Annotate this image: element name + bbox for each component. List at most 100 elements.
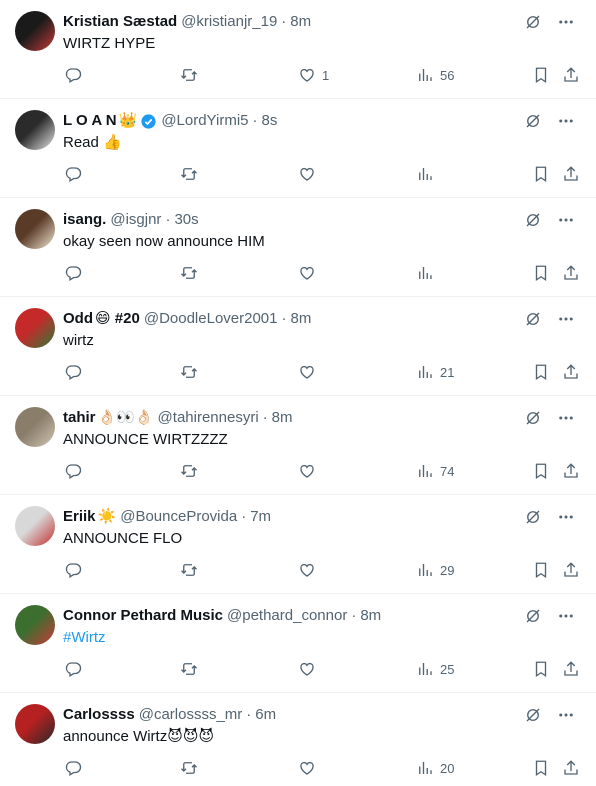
reply-button[interactable] — [64, 759, 82, 777]
author-name[interactable]: tahir — [63, 408, 96, 428]
author-handle[interactable]: @tahirennesyri — [158, 408, 259, 428]
like-button[interactable] — [298, 660, 322, 678]
bookmark-button[interactable] — [532, 165, 550, 183]
tweet-time[interactable]: 8m — [360, 606, 381, 626]
more-icon[interactable] — [556, 210, 576, 230]
author-handle[interactable]: @LordYirmi5 — [161, 111, 248, 131]
more-icon[interactable] — [556, 111, 576, 131]
avatar[interactable] — [15, 308, 55, 348]
tweet[interactable]: L O A N 👑 @LordYirmi5 · 8s Read 👍 — [0, 99, 596, 198]
reply-button[interactable] — [64, 66, 82, 84]
grok-icon[interactable] — [523, 111, 543, 131]
views-button[interactable] — [416, 165, 440, 183]
like-button[interactable] — [298, 363, 322, 381]
bookmark-button[interactable] — [532, 462, 550, 480]
retweet-button[interactable] — [180, 264, 198, 282]
like-button[interactable] — [298, 264, 322, 282]
retweet-button[interactable] — [180, 561, 198, 579]
more-icon[interactable] — [556, 309, 576, 329]
tweet-time[interactable]: 8m — [272, 408, 293, 428]
tweet-time[interactable]: 6m — [255, 705, 276, 725]
avatar[interactable] — [15, 704, 55, 744]
tweet-time[interactable]: 8s — [262, 111, 278, 131]
grok-icon[interactable] — [523, 408, 543, 428]
tweet[interactable]: Carlossss @carlossss_mr · 6m announce Wirtz😈… — [0, 693, 596, 786]
tweet-time[interactable]: 8m — [291, 309, 312, 329]
like-button[interactable] — [298, 165, 322, 183]
avatar[interactable] — [15, 506, 55, 546]
views-button[interactable] — [416, 264, 440, 282]
share-button[interactable] — [562, 363, 580, 381]
grok-icon[interactable] — [523, 705, 543, 725]
bookmark-button[interactable] — [532, 363, 550, 381]
avatar[interactable] — [15, 110, 55, 150]
bookmark-button[interactable] — [532, 759, 550, 777]
bookmark-button[interactable] — [532, 264, 550, 282]
avatar[interactable] — [15, 209, 55, 249]
share-button[interactable] — [562, 759, 580, 777]
tweet[interactable]: Eriik ☀️ @BounceProvida · 7m ANNOUNCE FLO 29 — [0, 495, 596, 594]
hashtag-link[interactable]: #Wirtz — [63, 629, 106, 646]
author-handle[interactable]: @pethard_connor — [227, 606, 347, 626]
more-icon[interactable] — [556, 408, 576, 428]
author-handle[interactable]: @isgjnr — [110, 210, 161, 230]
like-button[interactable]: 1 — [298, 66, 329, 84]
author-name[interactable]: Kristian Sæstad — [63, 12, 177, 32]
share-button[interactable] — [562, 165, 580, 183]
tweet-time[interactable]: 30s — [174, 210, 198, 230]
tweet[interactable]: Kristian Sæstad @kristianjr_19 · 8m WIRTZ HY… — [0, 0, 596, 99]
reply-button[interactable] — [64, 462, 82, 480]
avatar[interactable] — [15, 407, 55, 447]
views-button[interactable]: 56 — [416, 66, 454, 84]
like-button[interactable] — [298, 759, 322, 777]
retweet-button[interactable] — [180, 759, 198, 777]
retweet-button[interactable] — [180, 660, 198, 678]
views-button[interactable]: 25 — [416, 660, 454, 678]
author-handle[interactable]: @kristianjr_19 — [181, 12, 277, 32]
like-button[interactable] — [298, 561, 322, 579]
grok-icon[interactable] — [523, 606, 543, 626]
more-icon[interactable] — [556, 12, 576, 32]
reply-button[interactable] — [64, 561, 82, 579]
more-icon[interactable] — [556, 507, 576, 527]
reply-button[interactable] — [64, 165, 82, 183]
grok-icon[interactable] — [523, 210, 543, 230]
author-name[interactable]: isang. — [63, 210, 106, 230]
share-button[interactable] — [562, 462, 580, 480]
bookmark-button[interactable] — [532, 66, 550, 84]
tweet[interactable]: Connor Pethard Music @pethard_connor · 8m #W… — [0, 594, 596, 693]
views-button[interactable]: 21 — [416, 363, 454, 381]
author-name[interactable]: Eriik — [63, 507, 96, 527]
retweet-button[interactable] — [180, 363, 198, 381]
more-icon[interactable] — [556, 606, 576, 626]
reply-button[interactable] — [64, 660, 82, 678]
author-handle[interactable]: @DoodleLover2001 — [144, 309, 278, 329]
share-button[interactable] — [562, 561, 580, 579]
author-handle[interactable]: @BounceProvida — [120, 507, 237, 527]
views-button[interactable]: 29 — [416, 561, 454, 579]
views-button[interactable]: 74 — [416, 462, 454, 480]
tweet-time[interactable]: 7m — [250, 507, 271, 527]
tweet[interactable]: tahir 👌🏻👀👌🏻 @tahirennesyri · 8m ANNOUNCE WIRT… — [0, 396, 596, 495]
bookmark-button[interactable] — [532, 660, 550, 678]
tweet-time[interactable]: 8m — [290, 12, 311, 32]
like-button[interactable] — [298, 462, 322, 480]
avatar[interactable] — [15, 605, 55, 645]
tweet[interactable]: Odd 😄 #20 @DoodleLover2001 · 8m wirtz 21 — [0, 297, 596, 396]
more-icon[interactable] — [556, 705, 576, 725]
avatar[interactable] — [15, 11, 55, 51]
share-button[interactable] — [562, 264, 580, 282]
author-name[interactable]: L O A N — [63, 111, 117, 131]
reply-button[interactable] — [64, 363, 82, 381]
author-name[interactable]: Connor Pethard Music — [63, 606, 223, 626]
author-handle[interactable]: @carlossss_mr — [139, 705, 243, 725]
views-button[interactable]: 20 — [416, 759, 454, 777]
reply-button[interactable] — [64, 264, 82, 282]
retweet-button[interactable] — [180, 66, 198, 84]
grok-icon[interactable] — [523, 507, 543, 527]
bookmark-button[interactable] — [532, 561, 550, 579]
retweet-button[interactable] — [180, 165, 198, 183]
retweet-button[interactable] — [180, 462, 198, 480]
author-name[interactable]: Carlossss — [63, 705, 135, 725]
share-button[interactable] — [562, 66, 580, 84]
